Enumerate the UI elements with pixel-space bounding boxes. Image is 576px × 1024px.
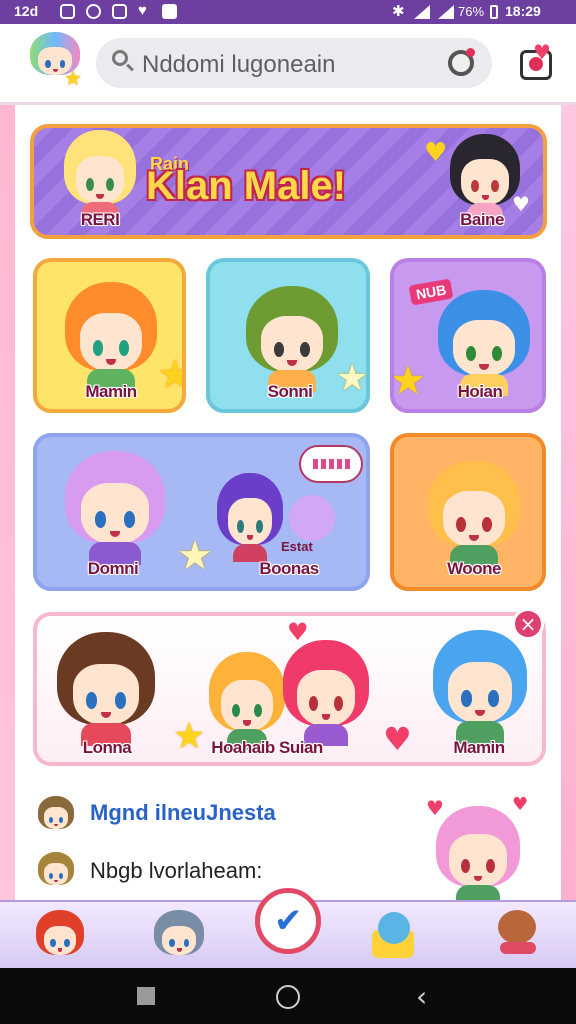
background-edge-left (0, 105, 15, 900)
character-subtitle: Estat (281, 539, 313, 554)
character-name: Boonas (259, 559, 319, 578)
heart-icon: ♥ (512, 192, 530, 216)
heart-icon: ♥ (287, 618, 309, 646)
group-name: Mamin (453, 738, 505, 757)
sync-icon (162, 4, 177, 19)
star-icon: ★ (157, 352, 182, 398)
gps-icon: ♥ (138, 2, 147, 19)
home-icon[interactable] (276, 985, 300, 1009)
featured-banner[interactable]: RERI Rain Klan Male! Baine ♥ ♥ (30, 124, 547, 239)
search-bar[interactable]: Nddomi lugoneain (96, 38, 492, 88)
recents-icon[interactable] (137, 987, 155, 1005)
status-time: 12d (14, 3, 39, 19)
search-icon-handle (126, 63, 134, 72)
search-icon (112, 50, 128, 66)
notification-icon (60, 4, 75, 19)
heart-icon: ♥ (512, 794, 529, 815)
character-card[interactable]: ★ Sonni (206, 258, 370, 413)
star-icon: ★ (390, 358, 426, 404)
status-bar: 12d ♥ ✱ 76% 18:29 (0, 0, 576, 24)
star-icon: ★ (177, 533, 213, 579)
mascot-blob (289, 495, 335, 541)
heart-icon: ♥ (533, 40, 551, 64)
status-clock: 18:29 (505, 3, 541, 19)
speech-bubble-icon (299, 445, 363, 483)
wifi-icon (438, 5, 454, 19)
banner-left-name: RERI (80, 210, 120, 229)
heart-icon: ♥ (426, 796, 444, 820)
banner-title: Klan Male! (146, 164, 347, 208)
back-icon[interactable]: ‹ (416, 983, 427, 1011)
app-icon (112, 4, 127, 19)
list-item[interactable]: Nbgb lvorlaheam: (38, 852, 418, 892)
character-name: Hoian (457, 382, 503, 401)
character-name: Mamin (85, 382, 137, 401)
list-item[interactable]: Mgnd ilneuJnesta (38, 796, 418, 836)
character-name: Woone (447, 559, 501, 578)
nav-item-games[interactable] (372, 910, 418, 960)
list-item-title: Nbgb lvorlaheam: (90, 858, 263, 883)
bluetooth-icon: ✱ (392, 3, 405, 20)
heart-icon: ♥ (383, 720, 412, 758)
banner-right-name: Baine (460, 210, 504, 229)
character-card[interactable]: Woone (390, 433, 546, 591)
nav-item-check[interactable]: ✔ (255, 888, 321, 954)
character-card[interactable]: ★ Mamin (33, 258, 186, 413)
character-name: Sonni (267, 382, 313, 401)
nav-item-friends[interactable] (150, 906, 210, 962)
star-icon: ★ (336, 358, 369, 399)
messenger-icon (86, 4, 101, 19)
promo-character: ♥ ♥ (426, 794, 530, 906)
checkmark-icon: ✔ (274, 901, 303, 941)
close-icon[interactable]: × (512, 608, 544, 640)
nav-item-home[interactable] (32, 906, 88, 962)
notification-dot (466, 48, 475, 57)
character-card-wide[interactable]: Domni ★ Estat Boonas (33, 433, 370, 591)
character-name: Domni (87, 559, 139, 578)
search-input[interactable]: Nddomi lugoneain (142, 51, 335, 79)
app-logo-avatar[interactable]: ★ (28, 32, 84, 92)
background-edge-right (561, 105, 576, 900)
heart-icon: ♥ (424, 138, 448, 168)
list-item-title: Mgnd ilneuJnesta (90, 800, 276, 825)
battery-icon (490, 5, 498, 19)
nav-item-profile[interactable] (494, 908, 542, 960)
group-card[interactable]: Lonna ★ Hoahaib Suian ♥ Mamin ♥ (33, 612, 546, 766)
star-icon: ★ (173, 716, 206, 757)
group-name: Lonna (82, 738, 132, 757)
signal-icon (414, 5, 430, 19)
character-card[interactable]: NUB ★ Hoian (390, 258, 546, 413)
battery-percent: 76% (458, 4, 485, 19)
group-name: Hoahaib Suian (211, 738, 323, 757)
